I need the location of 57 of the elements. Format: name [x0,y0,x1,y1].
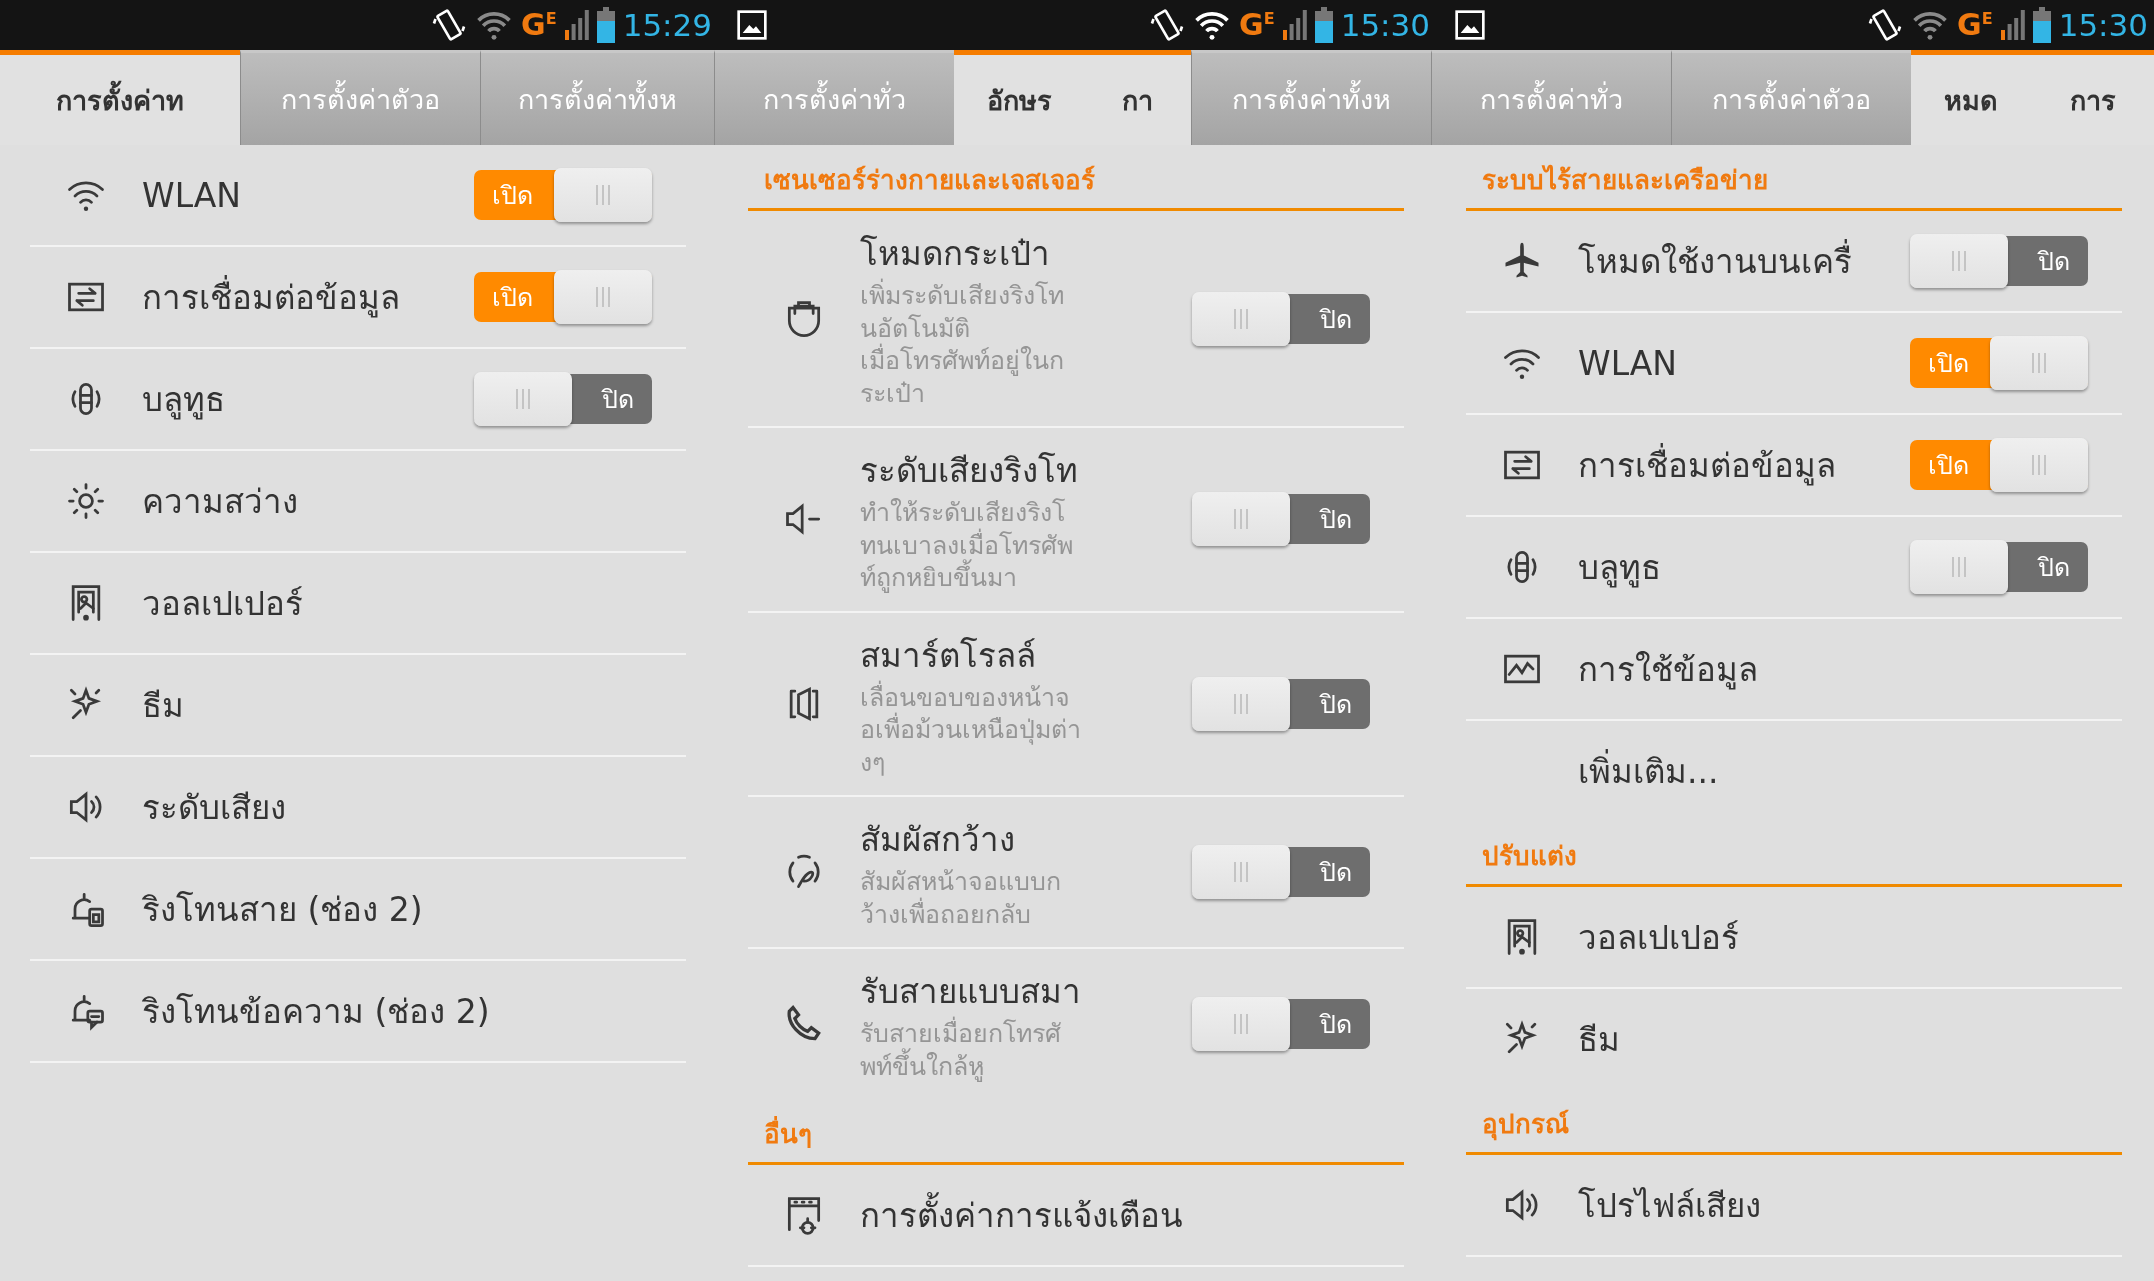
vibrate-icon [1149,7,1186,43]
toggle-switch[interactable]: ปิด [1192,494,1370,545]
section-header: ระบบไร้สายและเครือข่าย [1466,145,2122,211]
setting-title[interactable]: ริงโทนสาย (ช่อง 2) [142,882,423,936]
battery-icon [1314,7,1333,43]
vibrate-icon [431,7,468,43]
setting-title[interactable]: โปรไฟล์เสียง [1578,1178,1761,1232]
setting-title[interactable]: บลูทูธ [1578,540,1661,594]
signal-icon [1282,10,1307,40]
setting-title[interactable]: WLAN [142,175,242,215]
signal-icon [564,10,589,40]
toggle-switch[interactable]: ปิด [1192,999,1370,1049]
network-type: G$^{E}$ [1239,10,1275,40]
setting-title[interactable]: ระดับเสียง [142,780,286,834]
setting-title[interactable]: โหมดใช้งานบนเครื่ [1578,234,1852,288]
signal-icon [2000,10,2025,40]
setting-title[interactable]: การเชื่อมต่อข้อมูล [1578,438,1836,492]
setting-title[interactable]: ธีม [1578,1012,1620,1066]
setting-description: เลื่อนขอบของหน้าจ อเพื่อม้วนเหนือปุ่มต่า งๆ [860,681,1081,779]
toggle-switch[interactable]: ปิด [474,374,652,424]
setting-title[interactable]: โหมดกระเป๋า [860,227,1050,280]
network-type: G$^{E}$ [1957,10,1993,40]
setting-title[interactable]: การเชื่อมต่อข้อมูล [142,270,400,324]
setting-description: สัมผัสหน้าจอแบบก ว้างเพื่อถอยกลับ [860,866,1061,931]
clock: 15:29 [622,7,712,43]
setting-title[interactable]: สัมผัสกว้าง [860,813,1015,866]
section-header: อุปกรณ์ [1466,1089,2122,1155]
setting-title[interactable]: สมาร์ตโรลล์ [860,628,1036,682]
setting-title[interactable]: บลูทูธ [142,372,225,426]
battery-icon [2032,7,2051,43]
vibrate-icon [1867,7,1904,43]
setting-title[interactable]: ระดับเสียงริงโท [860,444,1078,497]
setting-title[interactable]: การใช้ข้อมูล [1578,642,1758,696]
toggle-switch[interactable]: ปิด [1910,542,2088,592]
clock: 15:30 [2058,7,2148,43]
clock: 15:30 [1340,7,1430,43]
setting-title[interactable]: รับสายแบบสมา [860,965,1081,1018]
setting-title[interactable]: ความสว่าง [142,474,298,528]
setting-title[interactable]: ธีม [142,678,184,732]
section-header: เซนเซอร์ร่างกายและเจสเจอร์ [748,145,1404,211]
setting-description: ทำให้ระดับเสียงริงโ ทนเบาลงเมื่อโทรศัพ ท์ถูกหยิบขึ้นมา [860,497,1073,595]
setting-title[interactable]: วอลเปเปอร์ [1578,910,1739,964]
toggle-switch[interactable]: ปิด [1910,236,2088,286]
toggle-switch[interactable]: ปิด [1192,293,1370,344]
setting-description: เพิ่มระดับเสียงริงโท นอัตโนมัติ เมื่อโทรศัพท์อยู่ในก ระเป๋า [860,280,1064,410]
setting-title[interactable]: ริงโทนข้อความ (ช่อง 2) [142,984,490,1038]
setting-description: รับสายเมื่อยกโทรศั พท์ขึ้นใกล้หู [860,1018,1061,1083]
section-header: อื่นๆ [748,1099,1404,1165]
battery-icon [596,7,615,43]
toggle-switch[interactable]: ปิด [1192,678,1370,729]
section-header: ปรับแต่ง [1466,821,2122,887]
setting-title[interactable]: WLAN [1578,343,1678,383]
network-type: G$^{E}$ [521,10,557,40]
setting-title[interactable]: เพิ่มเติม... [1578,744,1719,798]
setting-title[interactable]: วอลเปเปอร์ [142,576,303,630]
setting-title[interactable]: การตั้งค่าการแจ้งเตือน [860,1188,1183,1242]
toggle-switch[interactable]: ปิด [1192,847,1370,897]
